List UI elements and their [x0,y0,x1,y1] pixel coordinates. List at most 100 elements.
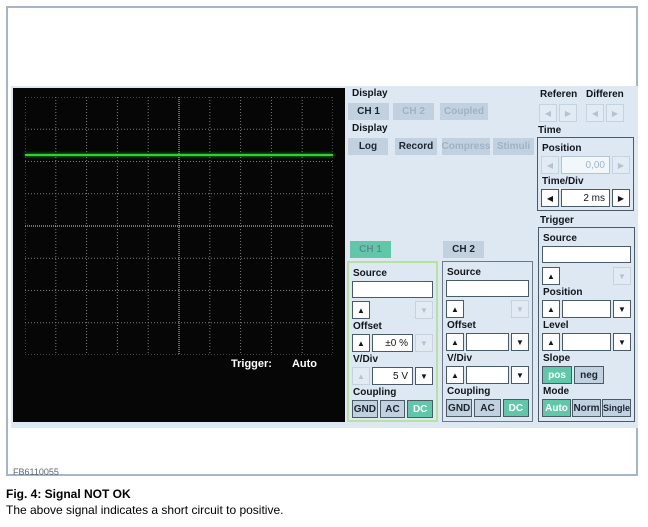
down-arrow-icon: ▼ [516,304,524,314]
ch2-offset-down-button[interactable]: ▼ [511,333,529,351]
display-ch1-button[interactable]: CH 1 [348,103,389,120]
ch2-offset-label: Offset [447,320,476,331]
ch1-vdiv-field[interactable]: 5 V [372,367,413,385]
mode-single-button[interactable]: Single [602,399,632,417]
right-arrow-icon: ▶ [611,108,619,118]
differen-next-button[interactable]: ▶ [606,104,624,122]
ch1-vdiv-up-button[interactable]: ▲ [352,367,370,385]
ch2-coupling-ac-button[interactable]: AC [474,399,501,417]
referen-label: Referen [540,89,578,100]
trigger-level-down-button[interactable]: ▼ [613,333,631,351]
trigger-level-field[interactable] [562,333,611,351]
ch1-vdiv-down-button[interactable]: ▼ [415,367,433,385]
display-modes-label: Display [352,123,388,134]
time-position-label: Position [542,143,582,154]
ch1-coupling-ac-button[interactable]: AC [379,400,406,418]
ch2-vdiv-down-button[interactable]: ▼ [511,366,529,384]
up-arrow-icon: ▲ [357,371,365,381]
differen-label: Differen [586,89,624,100]
stimuli-button[interactable]: Stimuli [493,138,534,155]
ch1-source-down-button[interactable]: ▼ [415,301,433,319]
right-arrow-icon: ▶ [617,193,625,203]
time-position-increment-button[interactable]: ▶ [612,156,630,174]
up-arrow-icon: ▲ [357,305,365,315]
down-arrow-icon: ▼ [618,337,626,347]
referen-prev-button[interactable]: ◀ [539,104,557,122]
ch2-source-up-button[interactable]: ▲ [446,300,464,318]
ch1-source-up-button[interactable]: ▲ [352,301,370,319]
figure-caption-title: Fig. 4: Signal NOT OK [6,487,131,501]
ch1-coupling-dc-button[interactable]: DC [407,400,434,418]
trigger-position-field[interactable] [562,300,611,318]
time-div-label: Time/Div [542,176,584,187]
time-position-field[interactable]: 0,00 [561,156,610,174]
compress-button[interactable]: Compress [442,138,490,155]
left-arrow-icon: ◀ [591,108,599,118]
ch2-vdiv-label: V/Div [447,353,473,364]
log-button[interactable]: Log [348,138,388,155]
trigger-mode-label: Mode [543,386,570,397]
ch1-tab[interactable]: CH 1 [350,241,391,258]
ch2-panel: Source ▲ ▼ Offset ▲ ▼ V/Div ▲ ▼ Coupling… [442,261,533,422]
differen-prev-button[interactable]: ◀ [586,104,604,122]
ch2-offset-field[interactable] [466,333,509,351]
ch2-coupling-dc-button[interactable]: DC [502,399,529,417]
ch2-tab[interactable]: CH 2 [443,241,484,258]
ch1-source-label: Source [353,268,387,279]
signal-trace [25,154,333,157]
display-coupled-button[interactable]: Coupled [440,103,488,120]
ch2-vdiv-field[interactable] [466,366,509,384]
figure-code: FB6110055 [13,467,59,477]
ch1-offset-field[interactable]: ±0 % [372,334,413,352]
referen-next-button[interactable]: ▶ [559,104,577,122]
trigger-level-up-button[interactable]: ▲ [542,333,560,351]
ch1-coupling-gnd-button[interactable]: GND [352,400,378,418]
ch2-source-field[interactable] [446,280,529,297]
down-arrow-icon: ▼ [420,305,428,315]
trigger-status-label: Trigger: [231,358,272,370]
time-div-increment-button[interactable]: ▶ [612,189,630,207]
ch2-coupling-gnd-button[interactable]: GND [446,399,473,417]
slope-neg-button[interactable]: neg [574,366,604,384]
time-position-decrement-button[interactable]: ◀ [541,156,559,174]
up-arrow-icon: ▲ [547,304,555,314]
figure-caption-text: The above signal indicates a short circu… [6,503,284,517]
up-arrow-icon: ▲ [357,338,365,348]
ch2-source-down-button[interactable]: ▼ [511,300,529,318]
ch2-source-label: Source [447,267,481,278]
slope-pos-button[interactable]: pos [542,366,572,384]
ch2-offset-up-button[interactable]: ▲ [446,333,464,351]
mode-auto-button[interactable]: Auto [542,399,571,417]
time-div-field[interactable]: 2 ms [561,189,610,207]
trigger-position-up-button[interactable]: ▲ [542,300,560,318]
up-arrow-icon: ▲ [451,370,459,380]
figure-canvas: Trigger: Auto Display CH 1 CH 2 Coupled … [0,0,648,527]
ch1-source-field[interactable] [352,281,433,298]
trigger-status-value: Auto [291,358,317,370]
left-arrow-icon: ◀ [546,160,554,170]
trigger-panel: Source ▲ ▼ Position ▲ ▼ Level ▲ ▼ Slope … [538,227,635,422]
time-panel-label: Time [538,125,562,136]
ch2-vdiv-up-button[interactable]: ▲ [446,366,464,384]
ch1-offset-label: Offset [353,321,382,332]
display-ch2-button[interactable]: CH 2 [393,103,434,120]
trigger-source-field[interactable] [542,246,631,263]
right-arrow-icon: ▶ [617,160,625,170]
trigger-panel-label: Trigger [540,215,574,226]
record-button[interactable]: Record [395,138,437,155]
ch1-offset-up-button[interactable]: ▲ [352,334,370,352]
ch1-offset-down-button[interactable]: ▼ [415,334,433,352]
trigger-source-down-button[interactable]: ▼ [613,267,631,285]
up-arrow-icon: ▲ [451,304,459,314]
down-arrow-icon: ▼ [516,370,524,380]
time-panel: Position ◀ 0,00 ▶ Time/Div ◀ 2 ms ▶ [537,137,634,211]
time-div-decrement-button[interactable]: ◀ [541,189,559,207]
trigger-position-down-button[interactable]: ▼ [613,300,631,318]
trigger-source-up-button[interactable]: ▲ [542,267,560,285]
ch1-vdiv-label: V/Div [353,354,379,365]
ch1-panel: Source ▲ ▼ Offset ▲ ±0 % ▼ V/Div ▲ 5 V ▼… [347,261,438,422]
scope-display: Trigger: Auto [13,88,345,422]
mode-norm-button[interactable]: Norm [572,399,601,417]
down-arrow-icon: ▼ [420,371,428,381]
left-arrow-icon: ◀ [546,193,554,203]
